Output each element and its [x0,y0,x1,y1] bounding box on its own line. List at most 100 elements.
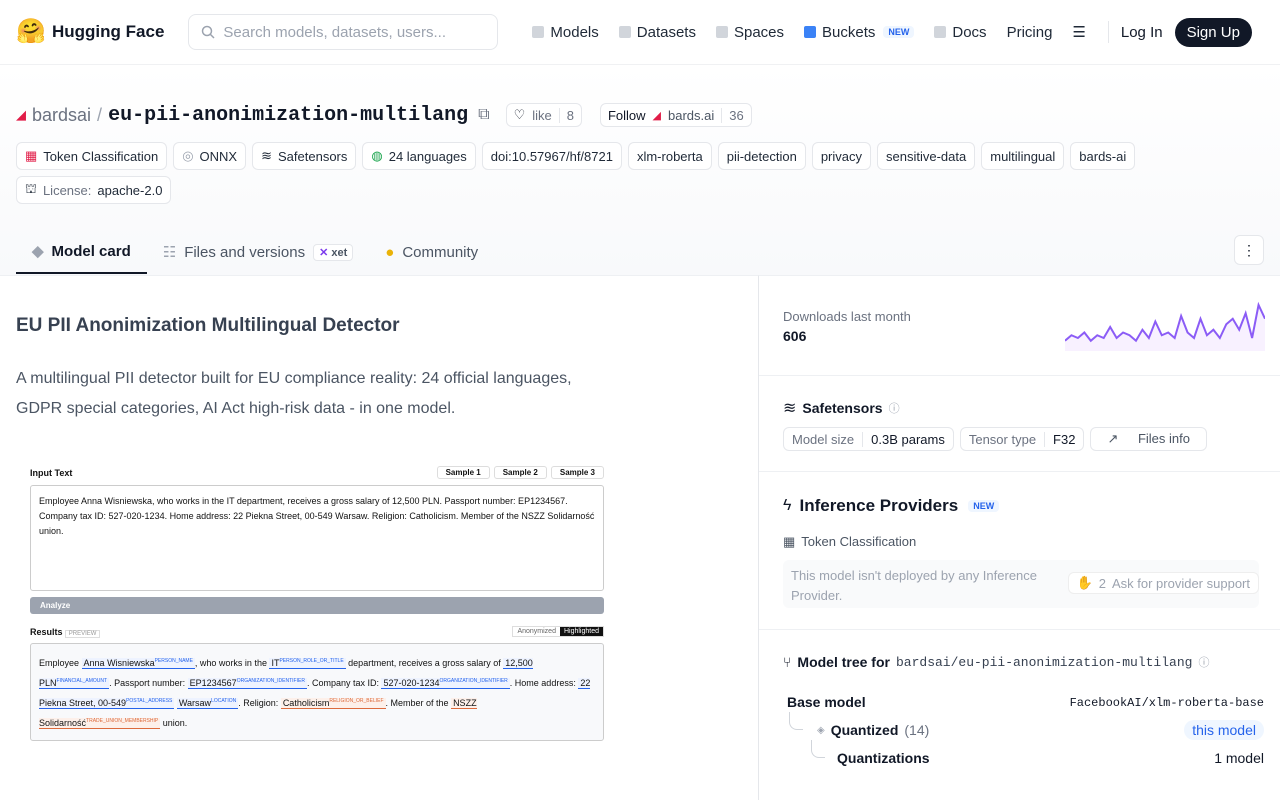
demo-entity-7: WarsawLOCATION [176,698,239,709]
demo-mode-anonymized: Anonymized [517,628,556,635]
community-icon: ● [385,243,395,261]
demo-entity-7-label: LOCATION [211,698,237,704]
tag-list: ▦ Token Classification ◎ ONNX ≋ Safetensors… [16,142,1216,204]
card-title: EU PII Anonimization Multilingual Detect… [16,315,400,336]
demo-result-text-7: . Religion: [238,698,279,708]
nav-pricing[interactable]: Pricing [997,24,1063,41]
base-model-link[interactable]: FacebookAI/xlm-roberta-base [1070,696,1264,710]
model-card-icon: ◆ [32,243,44,260]
model-size-chip: Model size 0.3B params [783,427,954,451]
follow-org-name: bards.ai [668,107,715,123]
demo-input-text: Employee Anna Wisniewska, who works in t… [30,485,604,591]
files-icon: ☷ [162,244,177,261]
safetensors-section: ≋ Safetensors ⓘ Model size 0.3B params Tens… [759,376,1280,472]
tag-label: 24 languages [388,148,467,164]
nav-buckets[interactable]: Buckets NEW [794,24,924,41]
token-classification-icon: ▦ [783,534,796,549]
nav-spaces[interactable]: Spaces [706,24,794,41]
sidebar: Downloads last month 606 ≋ Safetensors ⓘ M… [758,275,1280,800]
tag-token-classification[interactable]: ▦ Token Classification [16,142,168,170]
nav-models-label: Models [550,23,599,41]
demo-entity-8-text: Catholicism [282,698,330,708]
inference-task: ▦ Token Classification [783,534,916,550]
tag-onnx[interactable]: ◎ ONNX [173,142,247,170]
nav-models[interactable]: Models [522,24,608,41]
safetensors-title: Safetensors [802,400,883,416]
raise-hand-icon: ✋ [1076,575,1093,590]
nav-datasets[interactable]: Datasets [609,24,706,41]
follow-button[interactable]: Follow ◢ bards.ai 36 [599,103,752,127]
license-value: apache-2.0 [97,182,163,198]
tag-sensitive-data[interactable]: sensitive-data [877,142,976,170]
info-icon[interactable]: ⓘ [1198,654,1209,670]
nav-buckets-label: Buckets [822,23,876,41]
demo-entity-3-label: FINANCIAL_AMOUNT [56,678,108,684]
demo-entity-2-label: PERSON_ROLE_OR_TITLE [279,658,344,664]
nav-divider [1107,21,1109,43]
follower-count: 36 [721,107,750,123]
demo-result-text-4: . Passport number: [109,678,186,688]
files-info-label: Files info [1137,431,1190,446]
more-options-button[interactable]: ⋮ [1234,235,1264,265]
this-model-badge: this model [1184,720,1264,740]
new-badge: NEW [883,26,915,38]
copy-icon[interactable]: ⧉ [478,106,489,124]
tag-multilingual[interactable]: multilingual [981,142,1065,170]
repo-title-row: ◢ bardsai / eu-pii-anonimization-multila… [16,103,752,127]
inference-notice: This model isn't deployed by any Inferen… [783,560,1259,608]
more-menu-button[interactable]: ☰ [1062,23,1095,41]
demo-result-text-3: department, receives a gross salary of [348,658,501,668]
nav-docs[interactable]: Docs [924,24,996,41]
demo-entity-1-text: Anna Wisniewska [83,658,155,668]
demo-input-label: Input Text [30,467,73,478]
tag-bards-ai[interactable]: bards-ai [1070,142,1136,170]
inference-new-badge: NEW [968,500,1000,512]
tab-files[interactable]: ☷ Files and versions ✕ xet [147,230,370,274]
signup-button[interactable]: Sign Up [1174,17,1252,47]
demo-entity-2: ITPERSON_ROLE_OR_TITLE [269,658,346,669]
base-model-label: Base model [787,694,866,710]
demo-screenshot: Input Text Sample 1 Sample 2 Sample 3 Empl… [30,466,604,756]
tag-label: bards-ai [1079,148,1127,164]
docs-icon [934,26,947,38]
like-button[interactable]: ♡ like 8 [505,103,582,127]
tag-label: multilingual [990,148,1056,164]
quantizations-link[interactable]: 1 model [1214,750,1264,766]
follow-label: Follow [607,107,646,123]
tab-model-card-label: Model card [51,242,131,260]
downloads-label: Downloads last month [783,309,911,324]
repo-tabs: ◆ Model card ☷ Files and versions ✕ xet ● Co… [16,230,494,274]
repo-name[interactable]: eu-pii-anonimization-multilang [108,104,468,127]
tag-pii-detection[interactable]: pii-detection [717,142,806,170]
xet-icon: ✕ [319,246,332,259]
menu-icon: ☰ [1072,24,1086,41]
like-label: like [532,107,552,123]
search-input[interactable]: Search models, datasets, users... [188,14,499,50]
kebab-icon: ⋮ [1242,241,1256,258]
tag-doi[interactable]: doi:10.57967/hf/8721 [481,142,622,170]
safetensors-icon: ≋ [783,400,797,417]
models-icon [532,26,545,38]
org-link[interactable]: bardsai [32,105,91,126]
login-link[interactable]: Log In [1121,24,1163,41]
tag-label: Safetensors [278,148,348,164]
tab-community[interactable]: ● Community [369,230,494,274]
tensor-type-label: Tensor type [968,431,1037,447]
demo-entity-1-label: PERSON_NAME [154,658,193,664]
demo-sample-2: Sample 2 [493,466,547,479]
tag-privacy[interactable]: privacy [811,142,872,170]
nav-datasets-label: Datasets [636,23,696,41]
tag-safetensors[interactable]: ≋ Safetensors [252,142,357,170]
tag-label: pii-detection [726,148,797,164]
safetensors-icon: ≋ [261,148,272,163]
ask-provider-button[interactable]: ✋ 2 Ask for provider support [1067,572,1259,594]
info-icon[interactable]: ⓘ [889,400,900,416]
nav-spaces-label: Spaces [733,23,785,41]
brand-logo[interactable]: 🤗 Hugging Face [16,18,164,46]
inference-title: Inference Providers [799,496,959,515]
tab-model-card[interactable]: ◆ Model card [16,230,147,274]
tag-license[interactable]: ⛫ License: apache-2.0 [16,176,172,204]
tag-languages[interactable]: ◍ 24 languages [362,142,476,170]
files-info-button[interactable]: ↗ Files info [1090,427,1207,451]
tag-xlm-roberta[interactable]: xlm-roberta [627,142,712,170]
